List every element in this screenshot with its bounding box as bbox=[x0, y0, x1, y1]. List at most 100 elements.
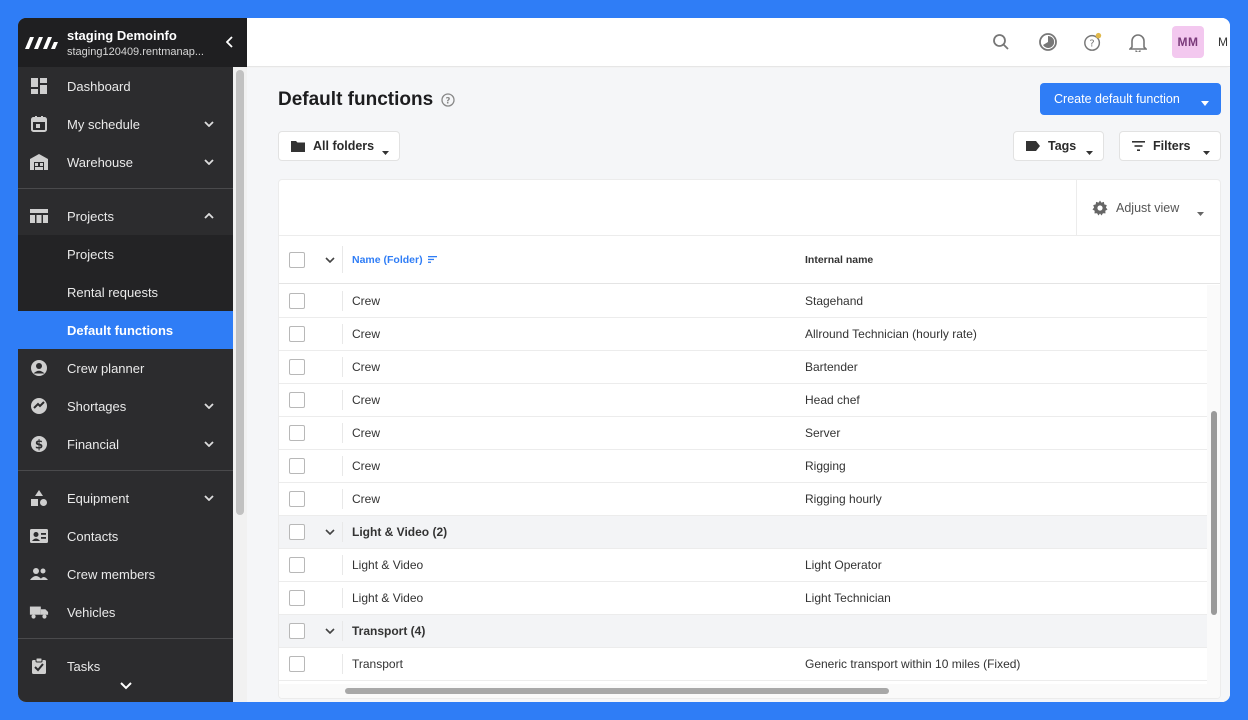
table-row[interactable]: Crew Rigging bbox=[279, 450, 1207, 483]
sidebar-item-tasks[interactable]: Tasks bbox=[18, 647, 233, 685]
top-bar: ? MM M bbox=[247, 18, 1230, 67]
sidebar-item-label: Financial bbox=[67, 436, 120, 452]
sidebar-item-my-schedule[interactable]: My schedule bbox=[18, 105, 233, 143]
question-circle-icon[interactable]: ? bbox=[441, 93, 455, 107]
row-checkbox[interactable] bbox=[289, 557, 305, 573]
cell-name: Crew bbox=[352, 327, 381, 341]
table-row[interactable]: Crew Stagehand bbox=[279, 285, 1207, 318]
row-checkbox[interactable] bbox=[289, 656, 305, 672]
sidebar-item-contacts[interactable]: Contacts bbox=[18, 517, 233, 555]
sidebar-subitem-default-functions[interactable]: Default functions bbox=[18, 311, 233, 349]
sidebar-item-label: My schedule bbox=[67, 116, 140, 132]
filters-button[interactable]: Filters bbox=[1119, 131, 1221, 161]
sidebar-subitem-projects[interactable]: Projects bbox=[18, 235, 233, 273]
sidebar-item-equipment[interactable]: Equipment bbox=[18, 479, 233, 517]
chevron-down-icon[interactable] bbox=[199, 403, 219, 409]
cell-name: Crew bbox=[352, 360, 381, 374]
row-checkbox[interactable] bbox=[289, 359, 305, 375]
cell-internal-name: Allround Technician (hourly rate) bbox=[805, 327, 977, 341]
adjust-view-button[interactable]: Adjust view bbox=[1076, 180, 1220, 236]
sidebar-item-label: Projects bbox=[67, 208, 114, 224]
account-header[interactable]: staging Demoinfo staging120409.rentmanap… bbox=[18, 18, 247, 67]
avatar[interactable]: MM bbox=[1172, 26, 1204, 58]
collapse-all-chevron-icon[interactable] bbox=[324, 254, 336, 266]
sidebar-item-crew-planner[interactable]: Crew planner bbox=[18, 349, 233, 387]
sidebar: staging Demoinfo staging120409.rentmanap… bbox=[18, 18, 247, 702]
column-header-internal-name[interactable]: Internal name bbox=[805, 254, 873, 266]
scroll-more-chevron-icon[interactable] bbox=[114, 682, 138, 698]
cell-internal-name: Light Operator bbox=[805, 558, 882, 572]
table-row[interactable]: Crew Bartender bbox=[279, 351, 1207, 384]
row-checkbox[interactable] bbox=[289, 458, 305, 474]
table-vertical-scrollbar[interactable] bbox=[1207, 285, 1220, 698]
select-all-checkbox[interactable] bbox=[289, 251, 305, 268]
dashboard-icon bbox=[29, 76, 49, 96]
sort-icon bbox=[427, 256, 437, 263]
sidebar-item-crew-members[interactable]: Crew members bbox=[18, 555, 233, 593]
sidebar-item-dashboard[interactable]: Dashboard bbox=[18, 67, 233, 105]
chevron-down-icon[interactable] bbox=[199, 159, 219, 165]
equipment-icon bbox=[29, 488, 49, 508]
projects-icon bbox=[29, 206, 49, 226]
truck-icon bbox=[29, 602, 49, 622]
cell-internal-name: Generic transport within 10 miles (Fixed… bbox=[805, 657, 1021, 671]
group-row[interactable]: Transport (4) bbox=[279, 615, 1207, 648]
sidebar-item-label: Crew members bbox=[67, 566, 156, 582]
caret-down-icon bbox=[1086, 144, 1093, 158]
create-default-function-button[interactable]: Create default function bbox=[1040, 83, 1221, 115]
row-checkbox[interactable] bbox=[289, 491, 305, 507]
table-row[interactable]: Crew Head chef bbox=[279, 384, 1207, 417]
chevron-up-icon[interactable] bbox=[199, 213, 219, 219]
row-checkbox[interactable] bbox=[289, 326, 305, 342]
table-row[interactable]: Light & Video Light Technician bbox=[279, 582, 1207, 615]
table-horizontal-scrollbar[interactable] bbox=[279, 684, 1207, 698]
row-checkbox[interactable] bbox=[289, 392, 305, 408]
table-row[interactable]: Crew Allround Technician (hourly rate) bbox=[279, 318, 1207, 351]
sidebar-item-vehicles[interactable]: Vehicles bbox=[18, 593, 233, 631]
sidebar-item-projects[interactable]: Projects bbox=[18, 197, 233, 235]
table-row[interactable]: Transport Generic transport within 10 mil… bbox=[279, 648, 1207, 681]
chevron-down-icon[interactable] bbox=[199, 441, 219, 447]
row-checkbox[interactable] bbox=[289, 590, 305, 606]
row-checkbox[interactable] bbox=[289, 524, 305, 540]
table-row[interactable]: Light & Video Light Operator bbox=[279, 549, 1207, 582]
table-body: Crew Stagehand Crew Allround Technician (ho… bbox=[279, 285, 1207, 681]
search-icon[interactable] bbox=[991, 32, 1011, 52]
sidebar-subitem-rental-requests[interactable]: Rental requests bbox=[18, 273, 233, 311]
sidebar-item-warehouse[interactable]: Warehouse bbox=[18, 143, 233, 181]
cell-name: Crew bbox=[352, 393, 381, 407]
chevron-down-icon[interactable] bbox=[199, 495, 219, 501]
table-row[interactable]: Crew Rigging hourly bbox=[279, 483, 1207, 516]
row-checkbox[interactable] bbox=[289, 425, 305, 441]
sidebar-scrollbar-thumb[interactable] bbox=[236, 70, 244, 515]
vertical-scrollbar-thumb[interactable] bbox=[1211, 411, 1217, 615]
row-checkbox[interactable] bbox=[289, 623, 305, 639]
sidebar-item-label: Vehicles bbox=[67, 604, 116, 620]
tags-button[interactable]: Tags bbox=[1013, 131, 1104, 161]
caret-down-icon bbox=[1201, 95, 1209, 109]
table-toolbar: Adjust view bbox=[279, 180, 1220, 236]
column-header-name[interactable]: Name (Folder) bbox=[352, 254, 437, 266]
chevron-down-icon[interactable] bbox=[199, 121, 219, 127]
collapse-sidebar-icon[interactable] bbox=[223, 35, 237, 51]
table-row[interactable]: Crew Server bbox=[279, 417, 1207, 450]
horizontal-scrollbar-thumb[interactable] bbox=[345, 688, 889, 694]
column-separator bbox=[342, 291, 343, 311]
group-chevron-down-icon[interactable] bbox=[324, 625, 336, 637]
sidebar-scrollbar[interactable] bbox=[233, 67, 247, 702]
row-checkbox[interactable] bbox=[289, 293, 305, 309]
dollar-icon: $ bbox=[29, 434, 49, 454]
group-row[interactable]: Light & Video (2) bbox=[279, 516, 1207, 549]
timer-icon[interactable] bbox=[1038, 32, 1058, 52]
group-chevron-down-icon[interactable] bbox=[324, 526, 336, 538]
all-folders-button[interactable]: All folders bbox=[278, 131, 400, 161]
sidebar-item-shortages[interactable]: Shortages bbox=[18, 387, 233, 425]
sidebar-item-label: Contacts bbox=[67, 528, 119, 544]
crew-members-icon bbox=[29, 564, 49, 584]
sidebar-item-financial[interactable]: $ Financial bbox=[18, 425, 233, 463]
user-name-truncated[interactable]: M bbox=[1218, 35, 1228, 49]
sidebar-nav: Dashboard My schedule Warehouse Projects… bbox=[18, 67, 233, 702]
help-icon[interactable]: ? bbox=[1083, 32, 1103, 52]
adjust-view-label: Adjust view bbox=[1116, 201, 1180, 215]
bell-icon[interactable] bbox=[1128, 32, 1148, 52]
